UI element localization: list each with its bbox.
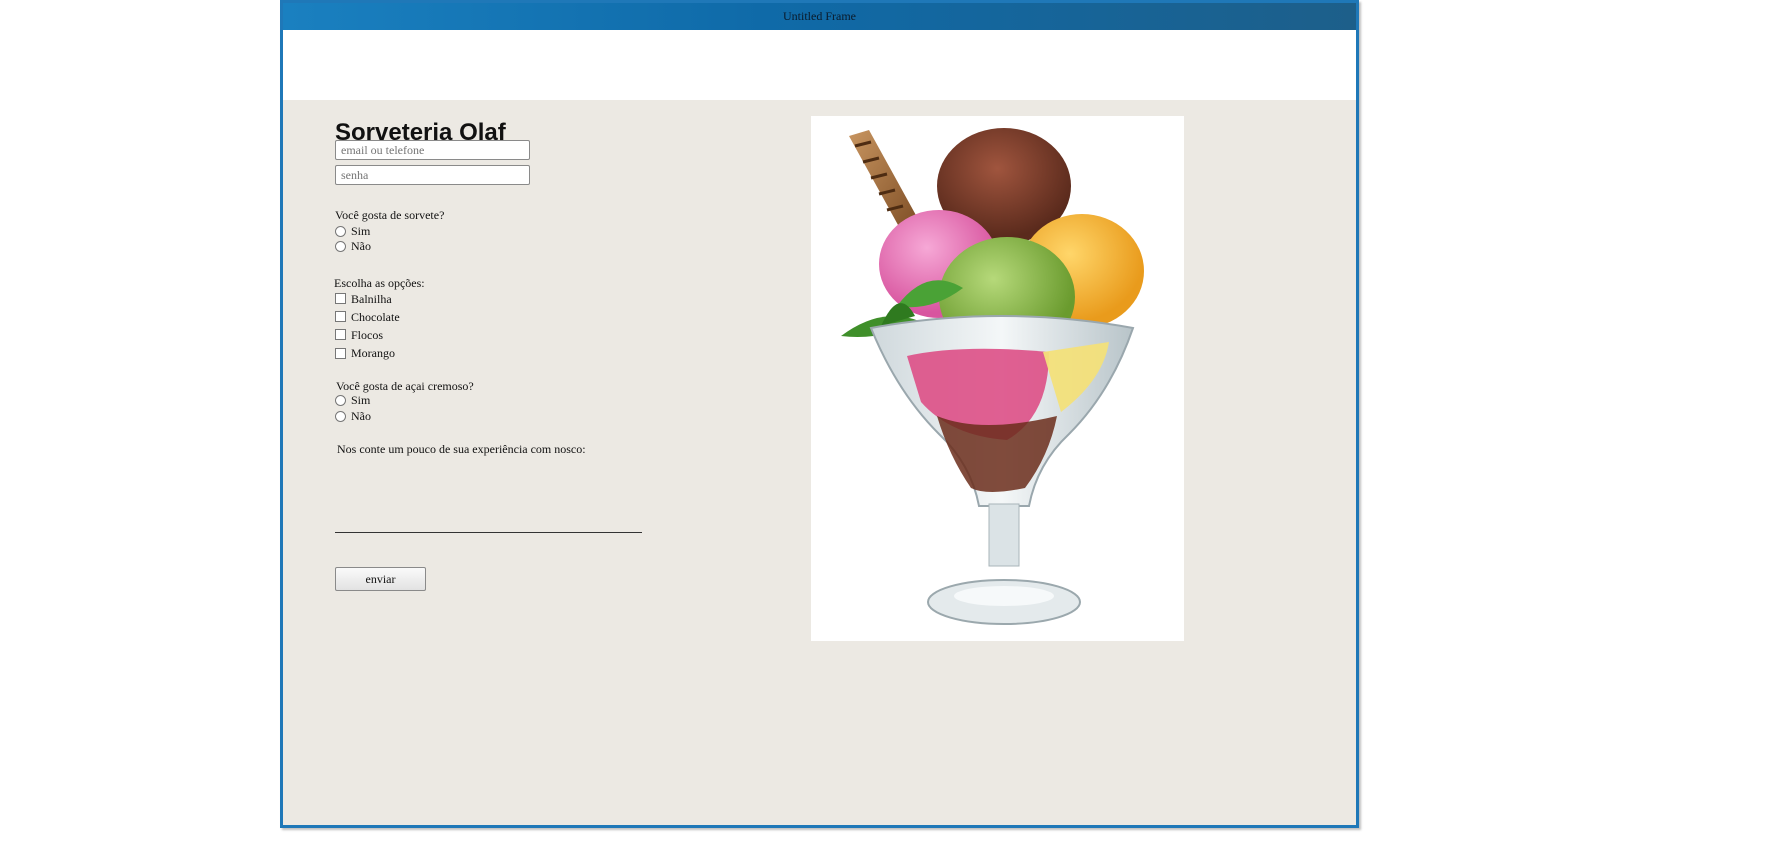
icecream-yes-radio[interactable] [335,226,346,237]
icecream-no-label: Não [351,239,371,253]
ice-cream-sundae-illustration [841,128,1144,625]
email-field[interactable] [335,140,530,160]
header-blank-area [283,30,1356,100]
window-titlebar: Untitled Frame [283,3,1356,30]
acai-no-radio[interactable] [335,411,346,422]
window-title: Untitled Frame [783,9,856,23]
acai-yes-label: Sim [351,393,371,407]
flavor-chocolate-checkbox[interactable] [335,311,346,322]
main-content: Sorveteria Olaf Você gosta de sorvete? S… [283,100,1356,825]
experience-label: Nos conte um pouco de sua experiência co… [337,442,586,456]
flavor-vanilla-label: Balnilha [351,292,392,306]
password-field[interactable] [335,165,530,185]
app-window: Untitled Frame Sorveteria Olaf Você gost… [280,0,1359,828]
flavor-options-label: Escolha as opções: [334,276,425,290]
submit-button[interactable]: enviar [335,567,426,591]
acai-yes-radio[interactable] [335,395,346,406]
ice-cream-image [811,116,1184,641]
flavor-vanilla-checkbox[interactable] [335,293,346,304]
flavor-flocos-label: Flocos [351,328,384,342]
acai-no-label: Não [351,409,371,423]
acai-question-label: Você gosta de açai cremoso? [336,379,474,393]
icecream-yes-label: Sim [351,224,371,238]
flavor-strawberry-checkbox[interactable] [335,348,346,359]
icecream-question-label: Você gosta de sorvete? [335,208,445,222]
flavor-strawberry-label: Morango [351,346,395,360]
experience-text-line[interactable] [335,532,642,533]
flavor-flocos-checkbox[interactable] [335,329,346,340]
flavor-chocolate-label: Chocolate [351,310,400,324]
icecream-no-radio[interactable] [335,241,346,252]
